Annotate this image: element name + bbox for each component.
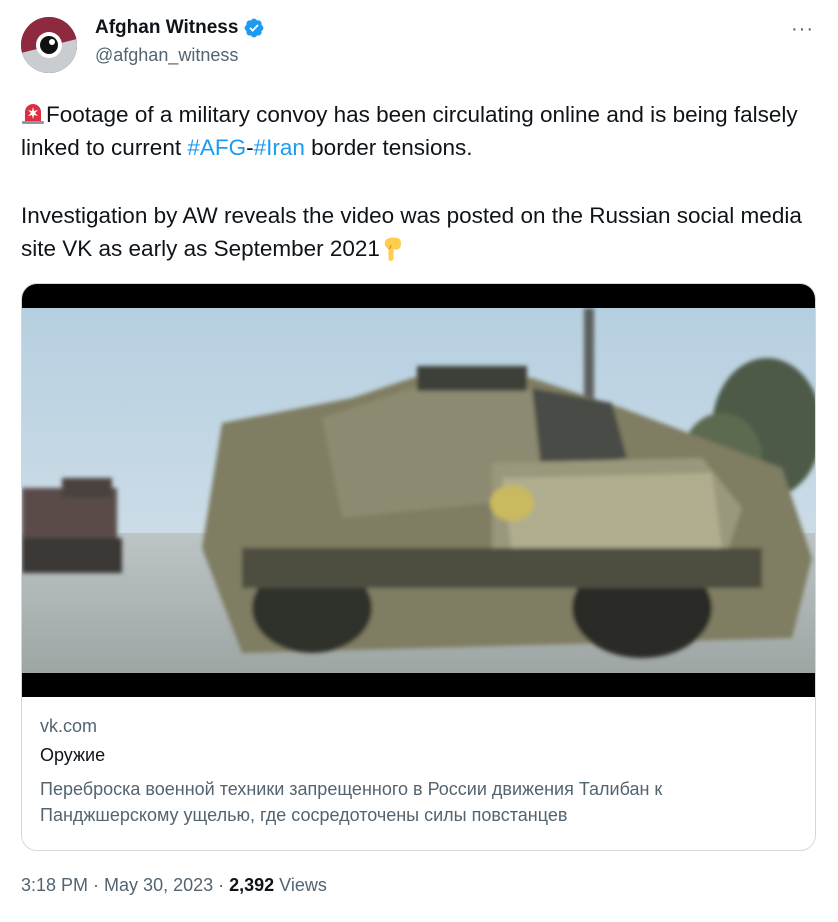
author-name-row: Afghan Witness (95, 17, 265, 39)
verified-badge-icon (244, 18, 264, 38)
tweet-text-line2: Investigation by AW reveals the video wa… (21, 203, 802, 261)
tweet-paragraph-1: Footage of a military convoy has been ci… (21, 98, 821, 164)
author-handle[interactable]: @afghan_witness (95, 45, 238, 66)
card-domain: vk.com (40, 716, 98, 736)
link-preview-card[interactable]: vk.com Оружие Переброска военной техники… (21, 283, 816, 851)
card-description: Переброска военной техники запрещенного … (40, 779, 663, 825)
tweet-text-line1-post: border tensions. (304, 135, 473, 160)
hashtag-separator: - (246, 135, 254, 160)
tweet-text: Footage of a military convoy has been ci… (21, 98, 821, 265)
eye-logo-icon (21, 17, 77, 73)
tweet-paragraph-2: Investigation by AW reveals the video wa… (21, 199, 821, 265)
siren-icon (22, 104, 44, 124)
meta-separator: · (213, 875, 230, 895)
pointing-down-icon (384, 237, 401, 261)
views-count: 2,392 (229, 875, 275, 895)
hashtag-iran[interactable]: #Iran (254, 135, 305, 160)
more-options-button[interactable]: ··· (791, 18, 814, 41)
meta-separator: · (88, 875, 105, 895)
card-info: vk.com Оружие Переброска военной техники… (40, 716, 797, 828)
author-name[interactable]: Afghan Witness (95, 17, 238, 39)
tweet-date[interactable]: May 30, 2023 (104, 875, 213, 895)
video-thumbnail[interactable] (22, 284, 815, 697)
tweet-time[interactable]: 3:18 PM (21, 875, 88, 895)
views-label: Views (274, 875, 327, 895)
tweet-meta: 3:18 PM · May 30, 2023 · 2,392 Views (21, 875, 327, 896)
hashtag-afg[interactable]: #AFG (187, 135, 246, 160)
avatar[interactable] (21, 17, 77, 73)
military-truck-image (22, 308, 815, 673)
card-title: Оружие (40, 745, 106, 765)
